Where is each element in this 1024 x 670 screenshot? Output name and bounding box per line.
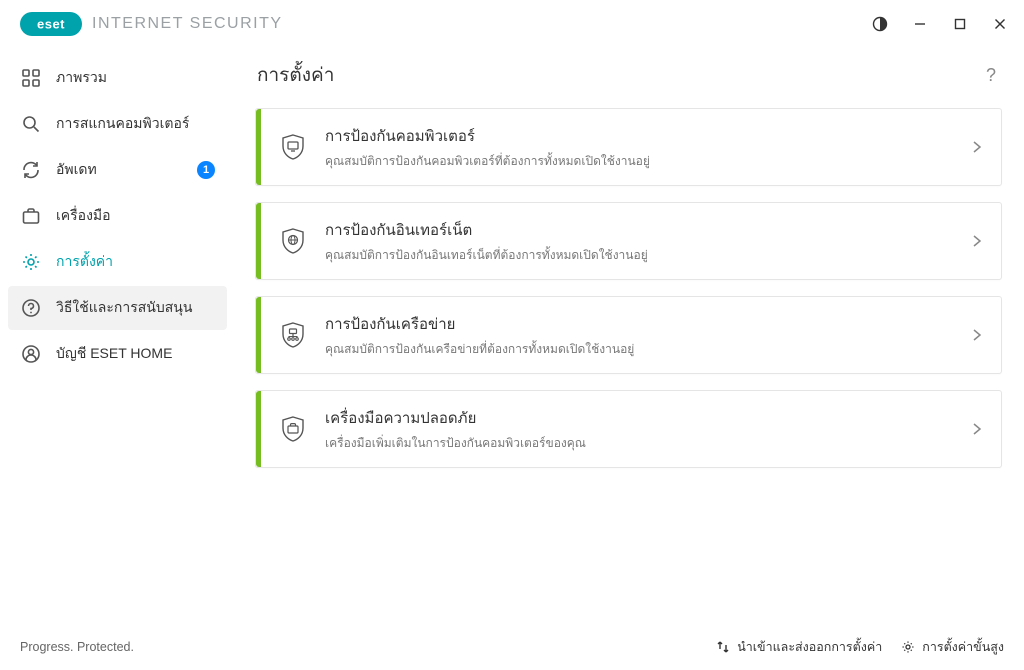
card-network-protection[interactable]: การป้องกันเครือข่าย คุณสมบัติการป้องกันเ…	[255, 296, 1002, 374]
footer: Progress. Protected. นำเข้าและส่งออกการต…	[0, 624, 1024, 670]
footer-link-label: นำเข้าและส่งออกการตั้งค่า	[737, 637, 882, 657]
user-icon	[20, 343, 42, 365]
card-title: การป้องกันคอมพิวเตอร์	[325, 124, 953, 148]
chevron-right-icon	[953, 234, 1001, 248]
footer-link-label: การตั้งค่าขั้นสูง	[922, 637, 1004, 657]
sidebar-item-help[interactable]: วิธีใช้และการสนับสนุน	[8, 286, 227, 330]
footer-tagline: Progress. Protected.	[20, 640, 134, 654]
window-controls	[864, 8, 1016, 40]
page-help-button[interactable]: ?	[980, 61, 1002, 90]
titlebar: eset INTERNET SECURITY	[0, 0, 1024, 48]
main: การตั้งค่า ? การป้องกันคอมพิวเตอร์ คุณสม…	[235, 48, 1024, 624]
shield-monitor-icon	[261, 132, 325, 162]
sidebar-item-label: การตั้งค่า	[56, 251, 113, 273]
close-button[interactable]	[984, 8, 1016, 40]
sidebar-item-overview[interactable]: ภาพรวม	[8, 56, 227, 100]
sidebar-item-label: ภาพรวม	[56, 67, 107, 89]
shield-network-icon	[261, 320, 325, 350]
import-export-link[interactable]: นำเข้าและส่งออกการตั้งค่า	[715, 637, 882, 657]
maximize-button[interactable]	[944, 8, 976, 40]
card-desc: คุณสมบัติการป้องกันคอมพิวเตอร์ที่ต้องการ…	[325, 152, 953, 171]
brand-word: eset	[37, 17, 65, 32]
close-icon	[993, 17, 1007, 31]
settings-cards: การป้องกันคอมพิวเตอร์ คุณสมบัติการป้องกั…	[255, 108, 1008, 468]
help-icon	[20, 297, 42, 319]
refresh-icon	[20, 159, 42, 181]
eset-logo: eset	[20, 12, 82, 36]
card-desc: เครื่องมือเพิ่มเติมในการป้องกันคอมพิวเตอ…	[325, 434, 953, 453]
brand: eset INTERNET SECURITY	[20, 12, 283, 36]
card-computer-protection[interactable]: การป้องกันคอมพิวเตอร์ คุณสมบัติการป้องกั…	[255, 108, 1002, 186]
card-desc: คุณสมบัติการป้องกันอินเทอร์เน็ตที่ต้องกา…	[325, 246, 953, 265]
card-desc: คุณสมบัติการป้องกันเครือข่ายที่ต้องการทั…	[325, 340, 953, 359]
contrast-icon	[872, 16, 888, 32]
card-internet-protection[interactable]: การป้องกันอินเทอร์เน็ต คุณสมบัติการป้องก…	[255, 202, 1002, 280]
product-name: INTERNET SECURITY	[92, 15, 283, 33]
sidebar-item-account[interactable]: บัญชี ESET HOME	[8, 332, 227, 376]
card-security-tools[interactable]: เครื่องมือความปลอดภัย เครื่องมือเพิ่มเติ…	[255, 390, 1002, 468]
sidebar-item-label: อัพเดท	[56, 159, 97, 181]
card-title: การป้องกันอินเทอร์เน็ต	[325, 218, 953, 242]
advanced-settings-link[interactable]: การตั้งค่าขั้นสูง	[900, 637, 1004, 657]
contrast-button[interactable]	[864, 8, 896, 40]
card-title: การป้องกันเครือข่าย	[325, 312, 953, 336]
chevron-right-icon	[953, 140, 1001, 154]
shield-globe-icon	[261, 226, 325, 256]
sidebar: ภาพรวม การสแกนคอมพิวเตอร์ อัพเดท 1 เครื่…	[0, 48, 235, 624]
dashboard-icon	[20, 67, 42, 89]
question-icon: ?	[986, 65, 996, 85]
main-header: การตั้งค่า ?	[255, 56, 1008, 108]
chevron-right-icon	[953, 328, 1001, 342]
gear-icon	[20, 251, 42, 273]
chevron-right-icon	[953, 422, 1001, 436]
briefcase-icon	[20, 205, 42, 227]
shield-case-icon	[261, 414, 325, 444]
card-title: เครื่องมือความปลอดภัย	[325, 406, 953, 430]
sidebar-item-update[interactable]: อัพเดท 1	[8, 148, 227, 192]
maximize-icon	[953, 17, 967, 31]
sidebar-item-tools[interactable]: เครื่องมือ	[8, 194, 227, 238]
sidebar-item-label: บัญชี ESET HOME	[56, 343, 172, 365]
import-export-icon	[715, 639, 731, 655]
page-title: การตั้งค่า	[257, 60, 334, 90]
sidebar-item-scan[interactable]: การสแกนคอมพิวเตอร์	[8, 102, 227, 146]
sidebar-item-setup[interactable]: การตั้งค่า	[8, 240, 227, 284]
sidebar-item-label: เครื่องมือ	[56, 205, 111, 227]
search-icon	[20, 113, 42, 135]
minimize-button[interactable]	[904, 8, 936, 40]
gear-icon	[900, 639, 916, 655]
minimize-icon	[913, 17, 927, 31]
sidebar-item-label: วิธีใช้และการสนับสนุน	[56, 297, 192, 319]
update-badge: 1	[197, 161, 215, 179]
sidebar-item-label: การสแกนคอมพิวเตอร์	[56, 113, 189, 135]
